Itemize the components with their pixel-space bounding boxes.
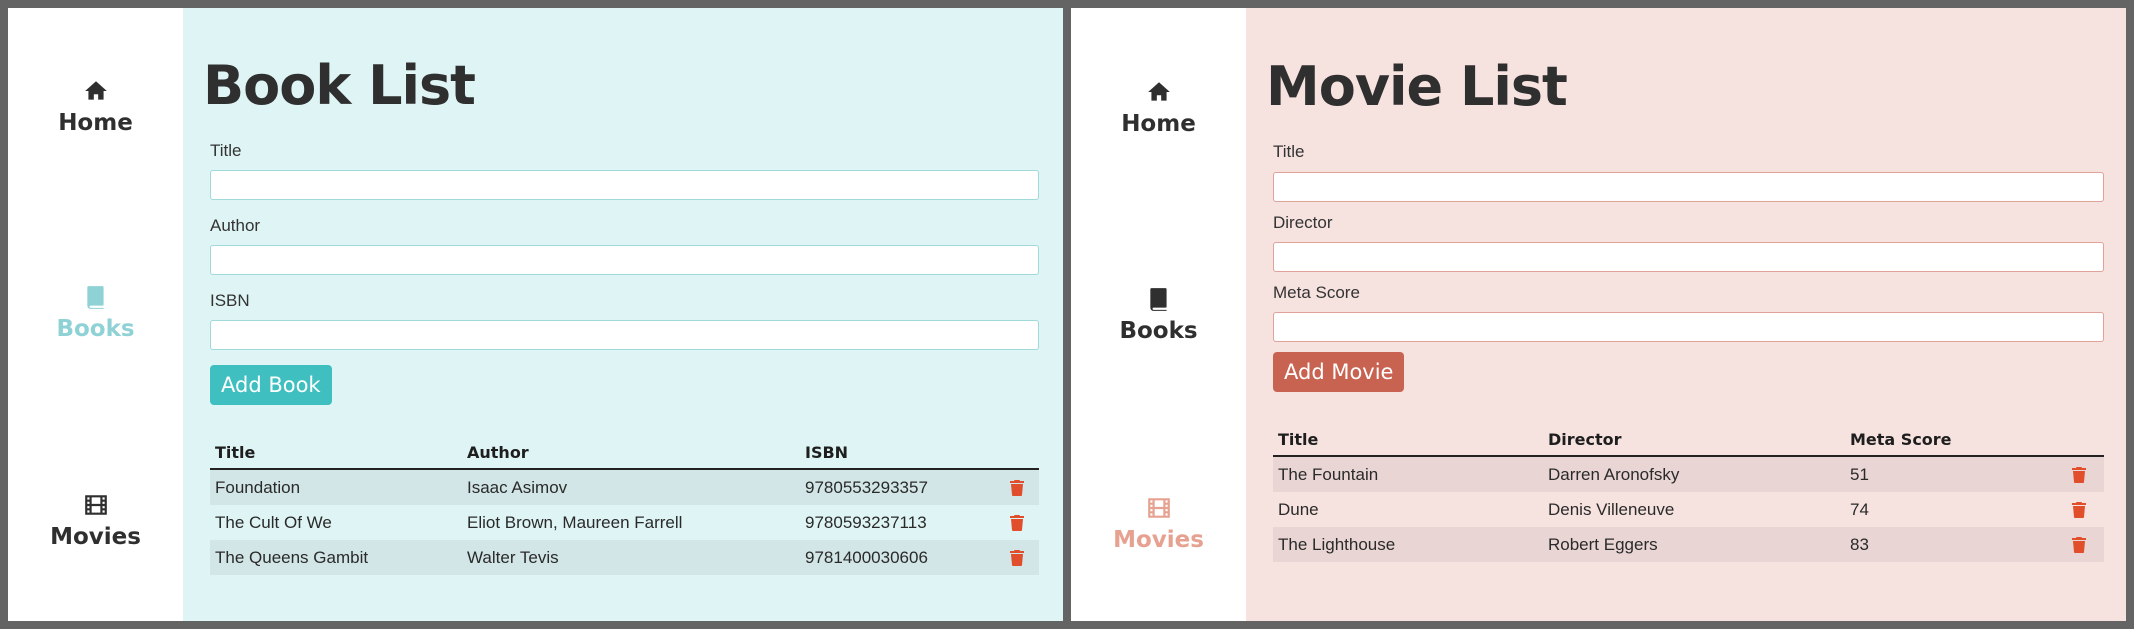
nav-movies[interactable]: Movies: [1071, 495, 1246, 553]
table-row: The Lighthouse Robert Eggers 83: [1273, 527, 2104, 562]
cell-title: The Lighthouse: [1278, 534, 1396, 554]
movie-table: Title Director Meta Score The Fountain D…: [1273, 423, 2104, 562]
meta-score-field-label: Meta Score: [1273, 283, 1360, 302]
table-row: Foundation Isaac Asimov 9780553293357: [210, 469, 1039, 505]
books-window: Home Books Movies Book List Title Author…: [8, 8, 1063, 621]
table-row: The Fountain Darren Aronofsky 51: [1273, 456, 2104, 492]
trash-icon: [1010, 513, 1024, 532]
title-input[interactable]: [210, 170, 1039, 200]
isbn-field-label: ISBN: [210, 291, 250, 310]
table-row: The Queens Gambit Walter Tevis 978140003…: [210, 540, 1039, 575]
cell-isbn: 9781400030606: [805, 547, 928, 567]
cell-title: The Queens Gambit: [215, 547, 369, 567]
home-icon: [1146, 79, 1172, 105]
delete-button[interactable]: [995, 540, 1039, 575]
nav-home-label: Home: [58, 110, 133, 136]
meta-score-input[interactable]: [1273, 312, 2104, 342]
director-field-label: Director: [1273, 213, 1333, 232]
trash-icon: [1010, 478, 1024, 497]
table-row: Dune Denis Villeneuve 74: [1273, 492, 2104, 527]
table-header-row: Title Director Meta Score: [1273, 423, 2104, 457]
cell-title: The Cult Of We: [215, 512, 332, 532]
nav-home[interactable]: Home: [8, 78, 183, 136]
trash-icon: [2071, 465, 2086, 484]
title-field-label: Title: [210, 141, 242, 160]
film-icon: [83, 492, 109, 518]
title-input[interactable]: [1273, 172, 2104, 202]
title-field-label: Title: [1273, 142, 1305, 161]
cell-author: Walter Tevis: [467, 547, 559, 567]
cell-author: Eliot Brown, Maureen Farrell: [467, 512, 683, 532]
nav-books[interactable]: Books: [8, 284, 183, 342]
cell-title: Dune: [1278, 499, 1319, 519]
author-input[interactable]: [210, 245, 1039, 275]
cell-isbn: 9780593237113: [805, 512, 927, 532]
book-icon: [1146, 286, 1172, 312]
table-row: The Cult Of We Eliot Brown, Maureen Farr…: [210, 505, 1039, 540]
column-header-author: Author: [462, 436, 800, 470]
column-header-title: Title: [210, 436, 462, 470]
cell-author: Isaac Asimov: [467, 477, 568, 497]
nav-books-label: Books: [1119, 318, 1198, 344]
home-icon: [83, 78, 109, 104]
sidebar: Home Books Movies: [1071, 8, 1246, 621]
column-header-isbn: ISBN: [800, 436, 995, 470]
nav-movies[interactable]: Movies: [8, 492, 183, 550]
nav-home[interactable]: Home: [1071, 79, 1246, 137]
film-icon: [1146, 495, 1172, 521]
trash-icon: [2071, 535, 2086, 554]
cell-director: Darren Aronofsky: [1548, 464, 1680, 484]
cell-meta-score: 51: [1850, 464, 1869, 484]
delete-button[interactable]: [2053, 527, 2104, 562]
add-movie-button[interactable]: Add Movie: [1273, 352, 1405, 392]
cell-director: Denis Villeneuve: [1548, 499, 1675, 519]
nav-books-label: Books: [56, 316, 135, 342]
nav-movies-label: Movies: [50, 524, 141, 550]
director-input[interactable]: [1273, 242, 2104, 272]
nav-books[interactable]: Books: [1071, 286, 1246, 344]
column-header-actions: [995, 436, 1039, 470]
column-header-title: Title: [1273, 423, 1543, 457]
delete-button[interactable]: [2053, 492, 2104, 527]
table-header-row: Title Author ISBN: [210, 436, 1039, 470]
isbn-input[interactable]: [210, 320, 1039, 350]
cell-meta-score: 83: [1850, 534, 1869, 554]
delete-button[interactable]: [2053, 456, 2104, 492]
movie-list-main: Movie List Title Director Meta Score Add…: [1246, 8, 2126, 621]
add-book-button[interactable]: Add Book: [210, 365, 332, 405]
delete-button[interactable]: [995, 505, 1039, 540]
page-title: Book List: [203, 54, 476, 117]
delete-button[interactable]: [995, 469, 1039, 505]
book-list-main: Book List Title Author ISBN Add Book Tit…: [183, 8, 1063, 621]
column-header-meta-score: Meta Score: [1845, 423, 2053, 457]
nav-home-label: Home: [1121, 111, 1196, 137]
movies-window: Home Books Movies Movie List Title Direc…: [1071, 8, 2126, 621]
nav-movies-label: Movies: [1113, 527, 1204, 553]
trash-icon: [1010, 548, 1024, 567]
cell-title: The Fountain: [1278, 464, 1379, 484]
column-header-director: Director: [1543, 423, 1845, 457]
author-field-label: Author: [210, 216, 261, 235]
page-title: Movie List: [1266, 55, 1568, 118]
cell-director: Robert Eggers: [1548, 534, 1658, 554]
cell-isbn: 9780553293357: [805, 477, 928, 497]
cell-meta-score: 74: [1850, 499, 1869, 519]
sidebar: Home Books Movies: [8, 8, 183, 621]
column-header-actions: [2053, 423, 2104, 457]
cell-title: Foundation: [215, 477, 301, 497]
book-table: Title Author ISBN Foundation Isaac Asimo…: [210, 436, 1039, 575]
trash-icon: [2071, 500, 2086, 519]
book-icon: [83, 284, 109, 310]
